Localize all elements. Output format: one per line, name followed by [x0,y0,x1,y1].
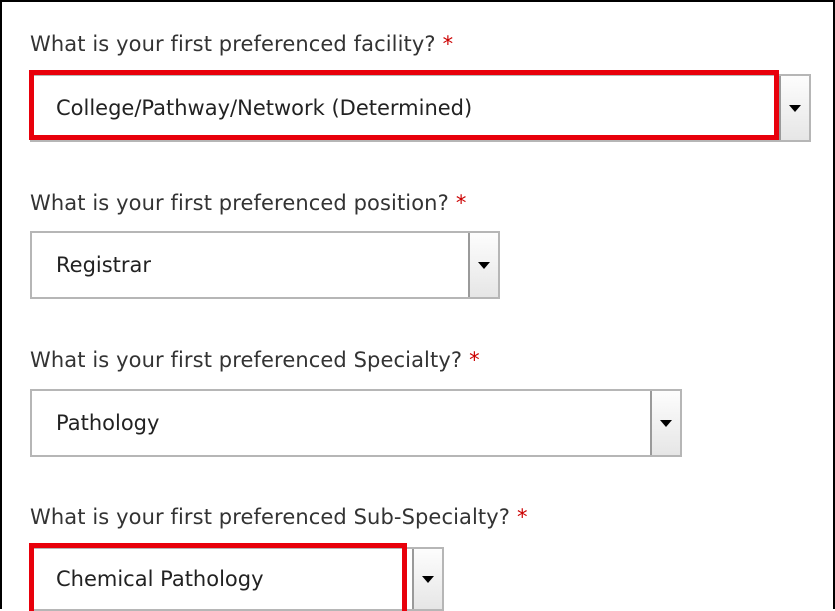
chevron-down-icon [478,261,490,269]
sub-specialty-dropdown-button[interactable] [412,549,442,609]
facility-select-value: College/Pathway/Network (Determined) [56,96,473,120]
form-panel: What is your first preferenced facility?… [0,0,835,611]
position-dropdown-button[interactable] [468,233,498,297]
sub-specialty-question-label: What is your first preferenced Sub-Speci… [30,505,528,529]
required-marker: * [442,32,454,56]
chevron-down-icon [789,104,801,112]
sub-specialty-select-value: Chemical Pathology [56,567,264,591]
sub-specialty-select[interactable]: Chemical Pathology [30,547,444,611]
required-marker: * [455,191,467,215]
specialty-select-value: Pathology [56,411,160,435]
facility-question-label: What is your first preferenced facility?… [30,32,454,56]
position-question-label: What is your first preferenced position?… [30,191,467,215]
chevron-down-icon [422,575,434,583]
specialty-dropdown-button[interactable] [650,391,680,455]
facility-select[interactable]: College/Pathway/Network (Determined) [30,74,811,142]
required-marker: * [469,348,480,372]
required-marker: * [517,505,528,529]
chevron-down-icon [660,419,672,427]
specialty-select[interactable]: Pathology [30,389,682,457]
position-select-value: Registrar [56,253,152,277]
specialty-question-label: What is your first preferenced Specialty… [30,348,480,372]
facility-dropdown-button[interactable] [779,76,809,140]
position-select[interactable]: Registrar [30,231,500,299]
